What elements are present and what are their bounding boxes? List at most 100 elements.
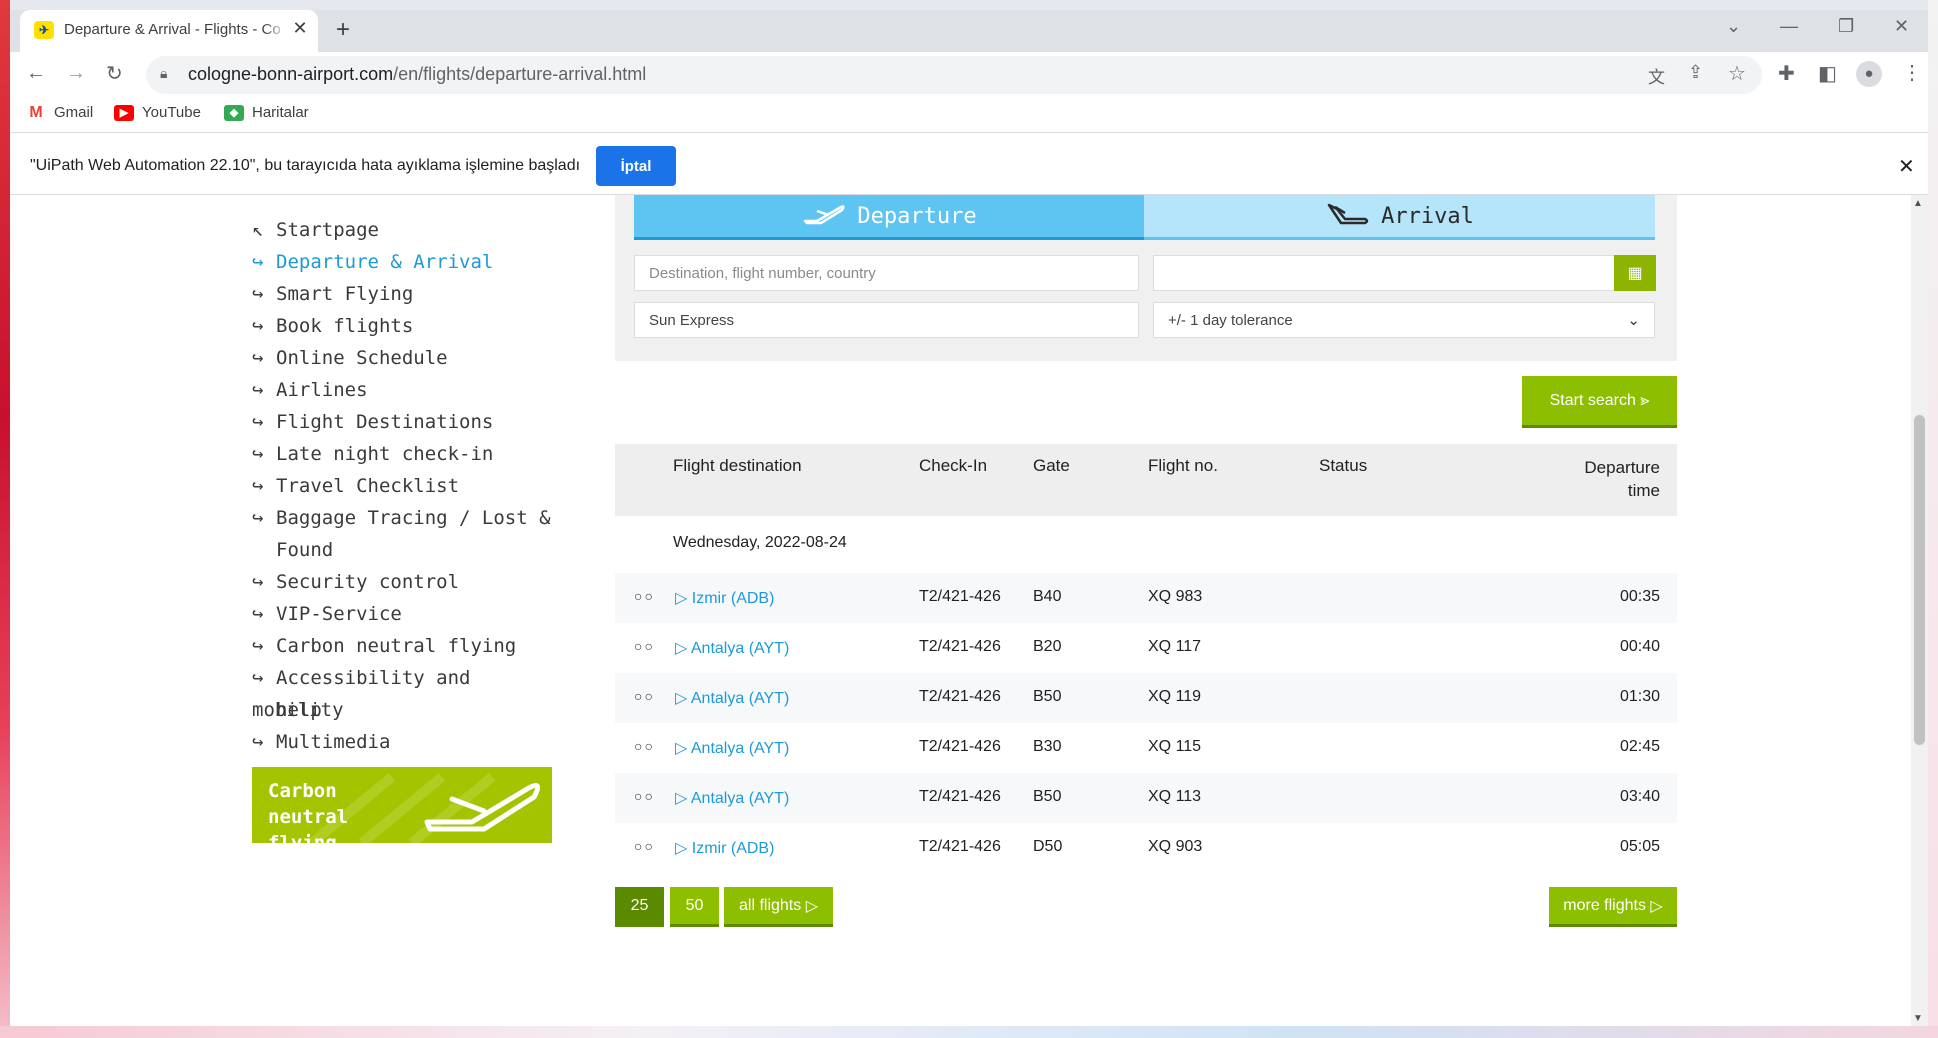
play-triangle-icon: ▷ bbox=[675, 640, 688, 657]
nav-item-label: Security control bbox=[276, 571, 460, 593]
nav-item-security-control[interactable]: ↪ Security control bbox=[252, 566, 552, 598]
carbon-banner-text: Carbon neutral flying bbox=[268, 778, 428, 856]
nav-item-label: help bbox=[276, 699, 322, 721]
nav-item-label: Multimedia bbox=[276, 731, 391, 753]
tab-title: Departure & Arrival - Flights - Co bbox=[64, 21, 281, 38]
compare-circles-icon[interactable]: ○○ bbox=[634, 738, 655, 754]
nav-item-vip-service[interactable]: ↪ VIP-Service bbox=[252, 598, 552, 630]
destination-label: Izmir (ADB) bbox=[691, 590, 775, 607]
scroll-down-icon[interactable]: ▼ bbox=[1913, 1013, 1923, 1024]
nav-item-label: Online Schedule bbox=[276, 347, 448, 369]
infobar-close-icon[interactable]: ✕ bbox=[1898, 154, 1915, 179]
flight-number-cell: XQ 113 bbox=[1148, 788, 1202, 805]
gate-cell: B30 bbox=[1033, 738, 1062, 755]
lock-icon[interactable]: 🔒︎ bbox=[160, 65, 167, 82]
compare-circles-icon[interactable]: ○○ bbox=[634, 838, 655, 854]
nav-item-travel-checklist[interactable]: ↪ Travel Checklist bbox=[252, 470, 552, 502]
nav-item-flight-destinations[interactable]: ↪ Flight Destinations bbox=[252, 406, 552, 438]
forward-arrow-icon[interactable]: → bbox=[66, 62, 86, 85]
destination-link[interactable]: ▷ Antalya (AYT) bbox=[675, 788, 789, 808]
header-check-in: Check-In bbox=[919, 456, 988, 475]
nav-item-label: VIP-Service bbox=[276, 603, 402, 625]
nav-item-departure-arrival[interactable]: ↪ Departure & Arrival bbox=[252, 246, 552, 278]
tab-departure[interactable]: Departure bbox=[634, 195, 1144, 240]
url-text[interactable]: cologne-bonn-airport.com/en/flights/depa… bbox=[188, 64, 646, 85]
nav-item-online-schedule[interactable]: ↪ Online Schedule bbox=[252, 342, 552, 374]
bookmark-star-icon[interactable]: ☆ bbox=[1728, 61, 1746, 86]
all-flights-button[interactable]: all flights ▷ bbox=[724, 887, 833, 927]
gate-cell: B50 bbox=[1033, 688, 1062, 705]
chevron-down-icon: ⌄ bbox=[1627, 312, 1640, 329]
side-panel-icon[interactable]: ◧ bbox=[1818, 61, 1837, 86]
gate-cell: B50 bbox=[1033, 788, 1062, 805]
tab-arrival[interactable]: Arrival bbox=[1144, 195, 1655, 240]
scroll-up-icon[interactable]: ▲ bbox=[1913, 198, 1923, 209]
compare-circles-icon[interactable]: ○○ bbox=[634, 638, 655, 654]
calendar-button[interactable]: ▦ bbox=[1614, 255, 1656, 291]
restore-icon[interactable]: ❐ bbox=[1838, 16, 1854, 37]
destination-link[interactable]: ▷ Antalya (AYT) bbox=[675, 688, 789, 708]
play-triangle-icon: ▷ bbox=[675, 840, 688, 857]
destination-placeholder: Destination, flight number, country bbox=[649, 264, 876, 282]
nav-item-accessibility-cont[interactable]: help bbox=[252, 694, 552, 726]
url-host: cologne-bonn-airport.com bbox=[188, 64, 394, 84]
bookmark-gmail[interactable]: M Gmail bbox=[26, 104, 93, 121]
scrollbar-thumb[interactable] bbox=[1914, 415, 1925, 745]
bookmark-youtube[interactable]: ▶ YouTube bbox=[114, 104, 201, 121]
destination-link[interactable]: ▷ Izmir (ADB) bbox=[675, 838, 774, 858]
hook-arrow-icon: ↪ bbox=[252, 347, 264, 369]
more-flights-button[interactable]: more flights ▷ bbox=[1549, 887, 1677, 927]
nav-item-label: Carbon neutral flying bbox=[276, 635, 517, 657]
browser-menu-icon[interactable]: ⋮ bbox=[1902, 60, 1922, 85]
compare-circles-icon[interactable]: ○○ bbox=[634, 588, 655, 604]
back-arrow-icon[interactable]: ← bbox=[26, 62, 46, 85]
nav-item-airlines[interactable]: ↪ Airlines bbox=[252, 374, 552, 406]
desktop-top-edge bbox=[0, 0, 1938, 10]
play-triangle-icon: ▷ bbox=[675, 790, 688, 807]
destination-search-input[interactable]: Destination, flight number, country bbox=[634, 255, 1139, 291]
desktop-bottom-edge bbox=[0, 1026, 1938, 1038]
nav-item-late-night-check-in[interactable]: ↪ Late night check-in bbox=[252, 438, 552, 470]
nav-item-book-flights[interactable]: ↪ Book flights bbox=[252, 310, 552, 342]
tolerance-select[interactable]: +/- 1 day tolerance ⌄ bbox=[1153, 302, 1655, 338]
page-size-25-button[interactable]: 25 bbox=[615, 887, 664, 927]
checkin-cell: T2/421-426 bbox=[919, 738, 1001, 755]
flight-number-cell: XQ 903 bbox=[1148, 838, 1203, 855]
extensions-puzzle-icon[interactable]: ✚ bbox=[1778, 61, 1795, 86]
nav-item-carbon-neutral[interactable]: ↪ Carbon neutral flying bbox=[252, 630, 552, 662]
departure-time-cell: 05:05 bbox=[1619, 838, 1660, 855]
bookmark-maps-label: Haritalar bbox=[252, 104, 309, 121]
compare-circles-icon[interactable]: ○○ bbox=[634, 788, 655, 804]
nav-item-label: Startpage bbox=[276, 219, 379, 241]
date-input[interactable] bbox=[1153, 255, 1615, 291]
destination-link[interactable]: ▷ Antalya (AYT) bbox=[675, 638, 789, 658]
airline-input[interactable]: Sun Express bbox=[634, 302, 1139, 338]
share-icon[interactable]: ⇪ bbox=[1688, 62, 1703, 83]
nav-item-label: Found bbox=[276, 539, 334, 561]
nav-item-baggage-tracing[interactable]: ↪ Baggage Tracing / Lost & bbox=[252, 502, 552, 534]
window-close-icon[interactable]: ✕ bbox=[1894, 16, 1909, 37]
nav-item-smart-flying[interactable]: ↪ Smart Flying bbox=[252, 278, 552, 310]
tab-close-icon[interactable]: ✕ bbox=[290, 18, 310, 40]
reload-icon[interactable]: ↻ bbox=[106, 61, 123, 86]
nav-item-startpage[interactable]: ↖ Startpage bbox=[252, 214, 552, 246]
start-search-button[interactable]: Start search ⪢ bbox=[1522, 376, 1677, 428]
translate-icon[interactable]: 文 bbox=[1648, 63, 1665, 88]
hook-arrow-icon: ↪ bbox=[252, 283, 264, 305]
compare-circles-icon[interactable]: ○○ bbox=[634, 688, 655, 704]
minimize-icon[interactable]: — bbox=[1780, 16, 1798, 37]
bookmark-maps[interactable]: ◆ Haritalar bbox=[224, 104, 309, 121]
nav-item-baggage-tracing-cont[interactable]: Found bbox=[252, 534, 552, 566]
nav-item-label: Flight Destinations bbox=[276, 411, 494, 433]
destination-label: Antalya (AYT) bbox=[690, 690, 790, 707]
plane-arrival-icon bbox=[1325, 201, 1369, 231]
destination-link[interactable]: ▷ Izmir (ADB) bbox=[675, 588, 774, 608]
infobar-cancel-button[interactable]: İptal bbox=[596, 146, 676, 186]
page-size-50-button[interactable]: 50 bbox=[670, 887, 719, 927]
profile-avatar-icon[interactable]: ● bbox=[1856, 61, 1882, 87]
nav-item-multimedia[interactable]: ↪ Multimedia bbox=[252, 726, 552, 758]
new-tab-icon[interactable]: + bbox=[336, 16, 350, 44]
url-path: /en/flights/departure-arrival.html bbox=[393, 64, 647, 84]
tab-search-chevron-icon[interactable]: ⌄ bbox=[1726, 16, 1741, 37]
destination-link[interactable]: ▷ Antalya (AYT) bbox=[675, 738, 789, 758]
